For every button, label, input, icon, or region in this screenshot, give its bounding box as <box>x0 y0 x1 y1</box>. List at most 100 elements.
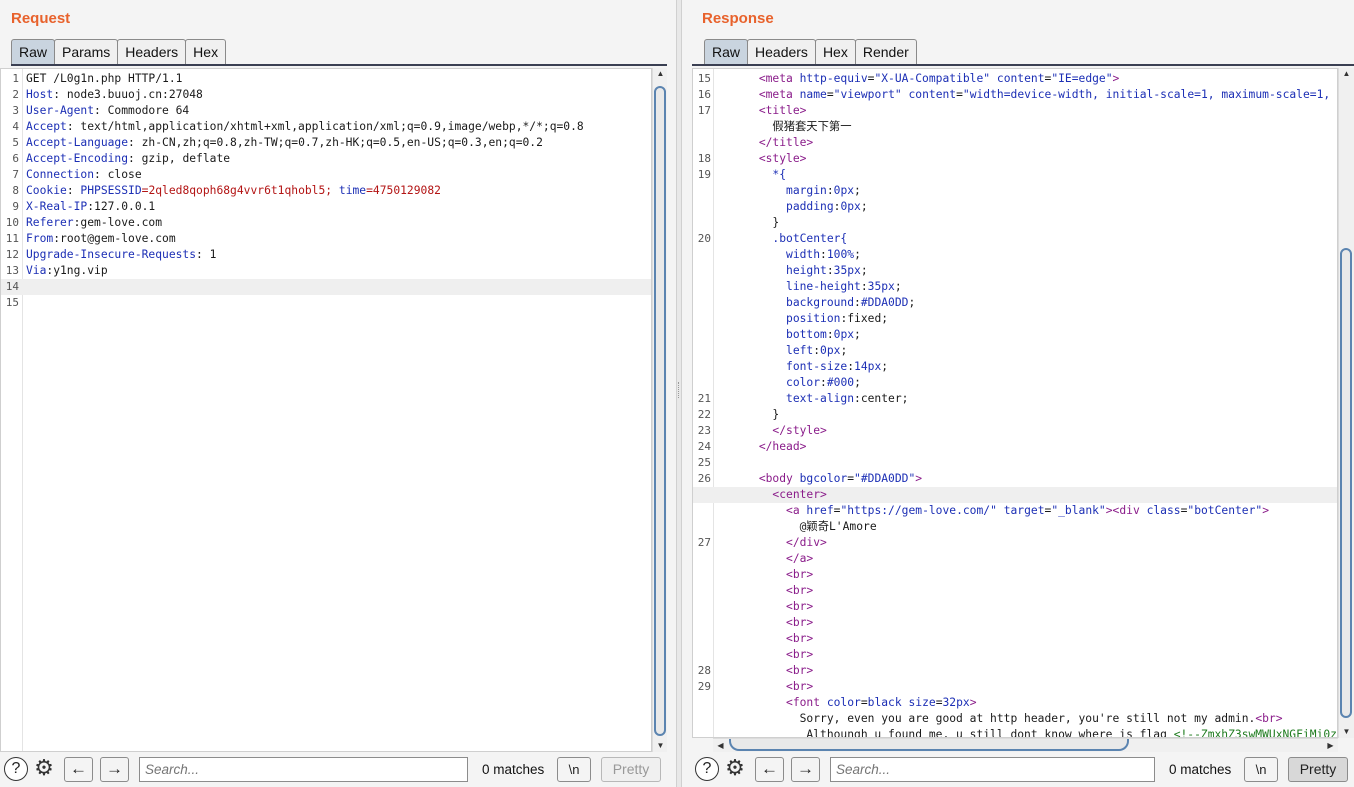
code-text: <br> <box>718 663 813 679</box>
response-hscroll-thumb[interactable] <box>729 739 1129 751</box>
request-tab-headers[interactable]: Headers <box>117 39 187 64</box>
line-number: 25 <box>697 456 711 469</box>
code-token: > <box>1262 504 1270 517</box>
response-horizontal-scrollbar[interactable]: ◀ ▶ <box>713 738 1338 752</box>
code-token: Accept-Language <box>26 136 129 149</box>
response-vertical-scrollbar[interactable]: ▲ ▼ <box>1338 68 1354 738</box>
scroll-down-arrow-icon[interactable]: ▼ <box>655 740 666 752</box>
request-tab-hex[interactable]: Hex <box>185 39 227 64</box>
scroll-up-arrow-icon[interactable]: ▲ <box>1341 68 1352 80</box>
code-token: *{ <box>772 168 787 181</box>
response-tab-render[interactable]: Render <box>854 39 917 64</box>
code-token: ; <box>854 184 861 197</box>
response-tab-raw[interactable]: Raw <box>704 39 749 64</box>
code-token: : <box>820 376 827 389</box>
settings-gear-icon[interactable]: ⚙ <box>32 757 56 781</box>
code-token: > <box>1105 504 1113 517</box>
code-text: <a href="https://gem-love.com/" target="… <box>718 503 1269 519</box>
response-tabs: Raw Headers Hex Render <box>704 39 917 64</box>
request-pretty-button[interactable]: Pretty <box>601 757 661 782</box>
code-text: } <box>718 407 779 423</box>
response-tab-hex[interactable]: Hex <box>814 39 856 64</box>
code-line: 26 <body bgcolor="#DDA0DD"> <box>693 471 1337 487</box>
request-tab-underline <box>11 64 667 66</box>
code-token: > <box>1112 72 1120 85</box>
request-matches-count: 0 matches <box>482 762 545 777</box>
request-tab-raw[interactable]: Raw <box>11 39 56 64</box>
back-arrow-icon[interactable]: ← <box>64 757 93 782</box>
response-search-input[interactable] <box>830 757 1155 782</box>
code-token: <br> <box>786 680 814 693</box>
request-newline-toggle[interactable]: \n <box>557 757 591 782</box>
code-line: width:100%; <box>693 247 1337 263</box>
forward-arrow-icon[interactable]: → <box>100 757 129 782</box>
code-token: <center> <box>772 488 827 501</box>
code-token: : 1 <box>196 248 217 261</box>
code-line: <br> <box>693 583 1337 599</box>
code-token: <meta <box>758 72 800 85</box>
code-token: padding <box>786 200 834 213</box>
code-text: color:#000; <box>718 375 861 391</box>
forward-arrow-icon[interactable]: → <box>791 757 820 782</box>
request-search-input[interactable] <box>139 757 468 782</box>
scroll-up-arrow-icon[interactable]: ▲ <box>655 68 666 80</box>
request-tab-params[interactable]: Params <box>54 39 119 64</box>
scroll-right-arrow-icon[interactable]: ▶ <box>1325 740 1336 752</box>
code-text: X-Real-IP:127.0.0.1 <box>26 199 155 215</box>
request-vertical-scrollbar[interactable]: ▲ ▼ <box>652 68 667 752</box>
code-token: href <box>806 504 834 517</box>
request-scroll-thumb[interactable] <box>654 86 666 736</box>
back-arrow-icon[interactable]: ← <box>755 757 784 782</box>
response-editor[interactable]: 15 <meta http-equiv="X-UA-Compatible" co… <box>692 68 1338 738</box>
code-text: Upgrade-Insecure-Requests: 1 <box>26 247 216 263</box>
code-token: <br> <box>786 616 814 629</box>
code-text: left:0px; <box>718 343 847 359</box>
divider-grip-icon[interactable] <box>678 382 680 398</box>
request-editor[interactable]: 1 GET /L0g1n.php HTTP/1.1 2 Host: node3.buu… <box>0 68 652 752</box>
settings-gear-icon[interactable]: ⚙ <box>723 757 747 781</box>
help-icon[interactable]: ? <box>4 757 28 781</box>
scroll-left-arrow-icon[interactable]: ◀ <box>715 740 726 752</box>
line-number: 20 <box>697 232 711 245</box>
code-line: <br> <box>693 567 1337 583</box>
code-text: *{ <box>718 167 786 183</box>
code-line: line-height:35px; <box>693 279 1337 295</box>
code-text: Cookie: PHPSESSID=2qled8qoph68g4vvr6t1qh… <box>26 183 441 199</box>
response-newline-toggle[interactable]: \n <box>1244 757 1278 782</box>
code-line: 2 Host: node3.buuoj.cn:27048 <box>1 87 651 103</box>
code-line: 27 </div> <box>693 535 1337 551</box>
code-token: <br> <box>786 600 814 613</box>
code-token: ; <box>854 248 861 261</box>
code-token: Accept <box>26 120 67 133</box>
code-line: <br> <box>693 631 1337 647</box>
code-token: From <box>26 232 54 245</box>
response-bottom-bar: ? ⚙ ← → 0 matches \n Pretty <box>682 755 1354 785</box>
line-number: 8 <box>12 184 19 197</box>
scroll-down-arrow-icon[interactable]: ▼ <box>1341 726 1352 738</box>
response-scroll-thumb[interactable] <box>1340 248 1352 718</box>
code-line: 24 </head> <box>693 439 1337 455</box>
help-icon[interactable]: ? <box>695 757 719 781</box>
response-tab-headers[interactable]: Headers <box>747 39 816 64</box>
code-text: From:root@gem-love.com <box>26 231 176 247</box>
code-line: 7 Connection: close <box>1 167 651 183</box>
line-number: 21 <box>697 392 711 405</box>
code-token: color <box>826 696 861 709</box>
code-text: position:fixed; <box>718 311 888 327</box>
code-text: .botCenter{ <box>718 231 847 247</box>
line-number: 9 <box>12 200 19 213</box>
code-text: <meta name="viewport" content="width=dev… <box>718 87 1330 103</box>
code-line: padding:0px; <box>693 199 1337 215</box>
code-line: 1 GET /L0g1n.php HTTP/1.1 <box>1 71 651 87</box>
code-text: text-align:center; <box>718 391 908 407</box>
response-pretty-button[interactable]: Pretty <box>1288 757 1348 782</box>
code-token: bottom <box>786 328 827 341</box>
